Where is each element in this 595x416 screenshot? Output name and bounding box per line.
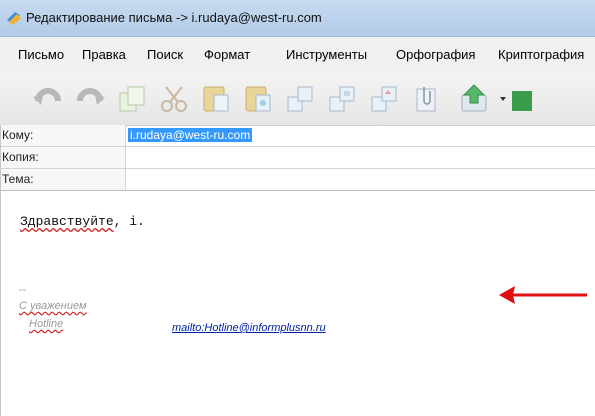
subject-field[interactable] <box>128 169 595 190</box>
save-icon[interactable] <box>282 81 318 117</box>
copy-icon[interactable] <box>114 81 150 117</box>
menu-letter[interactable]: Письмо <box>18 47 64 62</box>
menu-search[interactable]: Поиск <box>147 47 183 62</box>
paste-icon[interactable] <box>198 81 234 117</box>
menu-spelling[interactable]: Орфография <box>396 47 475 62</box>
app-icon <box>6 10 22 26</box>
greeting-rest: , i. <box>113 214 145 229</box>
subject-label: Тема: <box>0 169 126 190</box>
save-as-icon[interactable] <box>324 81 360 117</box>
signature-line-1: С уважением <box>19 300 87 312</box>
send-icon[interactable] <box>458 81 494 117</box>
menu-bar: Письмо Правка Поиск Формат Инструменты О… <box>0 37 595 73</box>
to-field[interactable]: i.rudaya@west-ru.com <box>128 125 595 146</box>
greeting-text: Здравствуйте, i. <box>20 214 145 229</box>
red-arrow-annotation <box>497 280 589 315</box>
cc-row: Копия: <box>0 147 595 169</box>
to-label: Кому: <box>0 125 126 146</box>
undo-icon[interactable] <box>30 81 66 117</box>
signature-line-2: Hotline <box>29 318 64 330</box>
signature-link[interactable]: mailto:Hotline@informplusnn.ru <box>172 322 326 334</box>
window-title: Редактирование письма -> i.rudaya@west-r… <box>26 10 322 25</box>
title-bar: Редактирование письма -> i.rudaya@west-r… <box>0 0 595 37</box>
toolbar <box>0 73 595 126</box>
send-dropdown-icon[interactable] <box>496 81 532 117</box>
insert-icon[interactable] <box>366 81 402 117</box>
menu-tools[interactable]: Инструменты <box>286 47 367 62</box>
to-value[interactable]: i.rudaya@west-ru.com <box>128 128 253 142</box>
left-border <box>0 125 1 416</box>
menu-format[interactable]: Формат <box>204 47 250 62</box>
subject-row: Тема: <box>0 169 595 191</box>
cc-label: Копия: <box>0 147 126 168</box>
redo-icon[interactable] <box>72 81 108 117</box>
menu-crypto[interactable]: Криптография <box>498 47 584 62</box>
cc-field[interactable] <box>128 147 595 168</box>
attach-icon[interactable] <box>408 81 444 117</box>
menu-edit[interactable]: Правка <box>82 47 126 62</box>
greeting-word: Здравствуйте <box>20 214 114 229</box>
to-row: Кому: i.rudaya@west-ru.com <box>0 125 595 147</box>
cut-icon[interactable] <box>156 81 192 117</box>
paste-special-icon[interactable] <box>240 81 276 117</box>
signature-separator: -- <box>19 284 27 296</box>
